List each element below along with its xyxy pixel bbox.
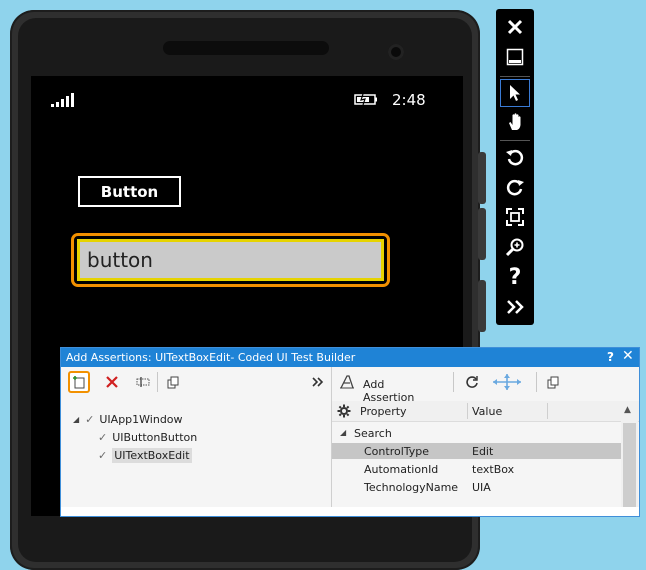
property-value: Edit bbox=[472, 445, 494, 458]
status-clock: 2:48 bbox=[392, 91, 426, 109]
tree-item-label: UITextBoxEdit bbox=[112, 447, 192, 463]
app-button[interactable]: Button bbox=[78, 176, 181, 207]
refresh-icon[interactable] bbox=[461, 371, 483, 393]
status-bar: 2:48 bbox=[31, 76, 463, 116]
fit-screen-icon[interactable] bbox=[500, 203, 530, 231]
coded-ui-test-builder-window: Add Assertions: UITextBoxEdit- Coded UI … bbox=[60, 347, 640, 517]
battery-icon bbox=[354, 94, 377, 105]
toolbar-separator bbox=[500, 140, 530, 141]
tree-item-uitextboxedit[interactable]: ✓ UITextBoxEdit bbox=[98, 447, 192, 463]
help-button[interactable]: ? bbox=[607, 350, 614, 364]
tree-item-label: UIApp1Window bbox=[99, 412, 183, 426]
properties-pane: Add Assertion Property Value ◢ Search Co… bbox=[332, 367, 639, 507]
check-icon: ✓ bbox=[98, 430, 108, 444]
collapse-arrow-icon[interactable]: ◢ bbox=[340, 428, 346, 437]
copy-icon[interactable] bbox=[542, 371, 564, 393]
property-value: UIA bbox=[472, 481, 491, 494]
toolbar-separator bbox=[536, 372, 537, 392]
copy-icon[interactable] bbox=[162, 371, 184, 393]
phone-volume-up[interactable] bbox=[478, 152, 486, 204]
help-icon[interactable]: ? bbox=[500, 263, 530, 291]
collapse-arrow-icon[interactable]: ◢ bbox=[73, 415, 79, 424]
tree-item-uibuttonbutton[interactable]: ✓ UIButtonButton bbox=[98, 429, 197, 445]
emulator-toolbar: ? bbox=[496, 9, 534, 325]
column-header-property[interactable]: Property bbox=[360, 405, 407, 418]
signal-icon bbox=[51, 93, 74, 107]
builder-titlebar: Add Assertions: UITextBoxEdit- Coded UI … bbox=[61, 348, 639, 367]
vertical-scrollbar[interactable]: ▲ bbox=[621, 401, 638, 507]
table-row[interactable]: TechnologyName UIA bbox=[332, 479, 622, 495]
table-row[interactable]: AutomationId textBox bbox=[332, 461, 622, 477]
table-row[interactable]: ControlType Edit bbox=[332, 443, 622, 459]
ui-control-map-pane: ◢ ✓ UIApp1Window ✓ UIButtonButton ✓ UITe… bbox=[61, 367, 332, 507]
phone-power-button[interactable] bbox=[478, 280, 486, 332]
group-row-search[interactable]: ◢ Search bbox=[332, 425, 622, 441]
minimize-icon[interactable] bbox=[500, 43, 530, 71]
property-grid-header: Property Value bbox=[332, 401, 639, 422]
app-textbox-value[interactable]: button bbox=[77, 239, 384, 281]
close-button[interactable]: ✕ bbox=[622, 348, 634, 364]
chevron-right-icon[interactable] bbox=[307, 371, 329, 393]
property-value: textBox bbox=[472, 463, 515, 476]
builder-title: Add Assertions: UITextBoxEdit- Coded UI … bbox=[66, 351, 356, 364]
column-divider bbox=[547, 403, 548, 419]
add-control-icon[interactable] bbox=[68, 371, 90, 393]
phone-speaker bbox=[163, 41, 329, 55]
pointer-icon[interactable] bbox=[500, 79, 530, 107]
tree-item-label: UIButtonButton bbox=[112, 430, 198, 444]
add-assertion-icon[interactable] bbox=[336, 371, 358, 393]
check-icon: ✓ bbox=[85, 412, 95, 426]
rename-icon[interactable] bbox=[132, 371, 154, 393]
phone-camera bbox=[388, 44, 404, 60]
group-label: Search bbox=[354, 427, 392, 440]
gear-icon[interactable] bbox=[337, 404, 351, 418]
phone-volume-down[interactable] bbox=[478, 208, 486, 260]
close-icon[interactable] bbox=[500, 13, 530, 41]
scrollbar-thumb[interactable] bbox=[623, 423, 636, 507]
rotate-right-icon[interactable] bbox=[500, 173, 530, 201]
zoom-icon[interactable] bbox=[500, 233, 530, 261]
property-name: TechnologyName bbox=[364, 481, 459, 494]
check-icon: ✓ bbox=[98, 448, 108, 462]
rotate-left-icon[interactable] bbox=[500, 143, 530, 171]
scroll-up-icon[interactable]: ▲ bbox=[624, 405, 631, 415]
column-divider bbox=[467, 403, 468, 419]
expand-icon[interactable] bbox=[500, 293, 530, 321]
tree-item-uiapp1window[interactable]: ◢ ✓ UIApp1Window bbox=[73, 411, 183, 427]
toolbar-separator bbox=[453, 372, 454, 392]
toolbar-separator bbox=[157, 372, 158, 392]
column-header-value[interactable]: Value bbox=[472, 405, 502, 418]
property-name: ControlType bbox=[364, 445, 430, 458]
hand-icon[interactable] bbox=[500, 108, 530, 136]
app-textbox[interactable]: button bbox=[71, 233, 390, 287]
toolbar-separator bbox=[500, 76, 530, 77]
delete-icon[interactable] bbox=[101, 371, 123, 393]
property-name: AutomationId bbox=[364, 463, 439, 476]
move-arrows-icon[interactable] bbox=[490, 371, 524, 393]
